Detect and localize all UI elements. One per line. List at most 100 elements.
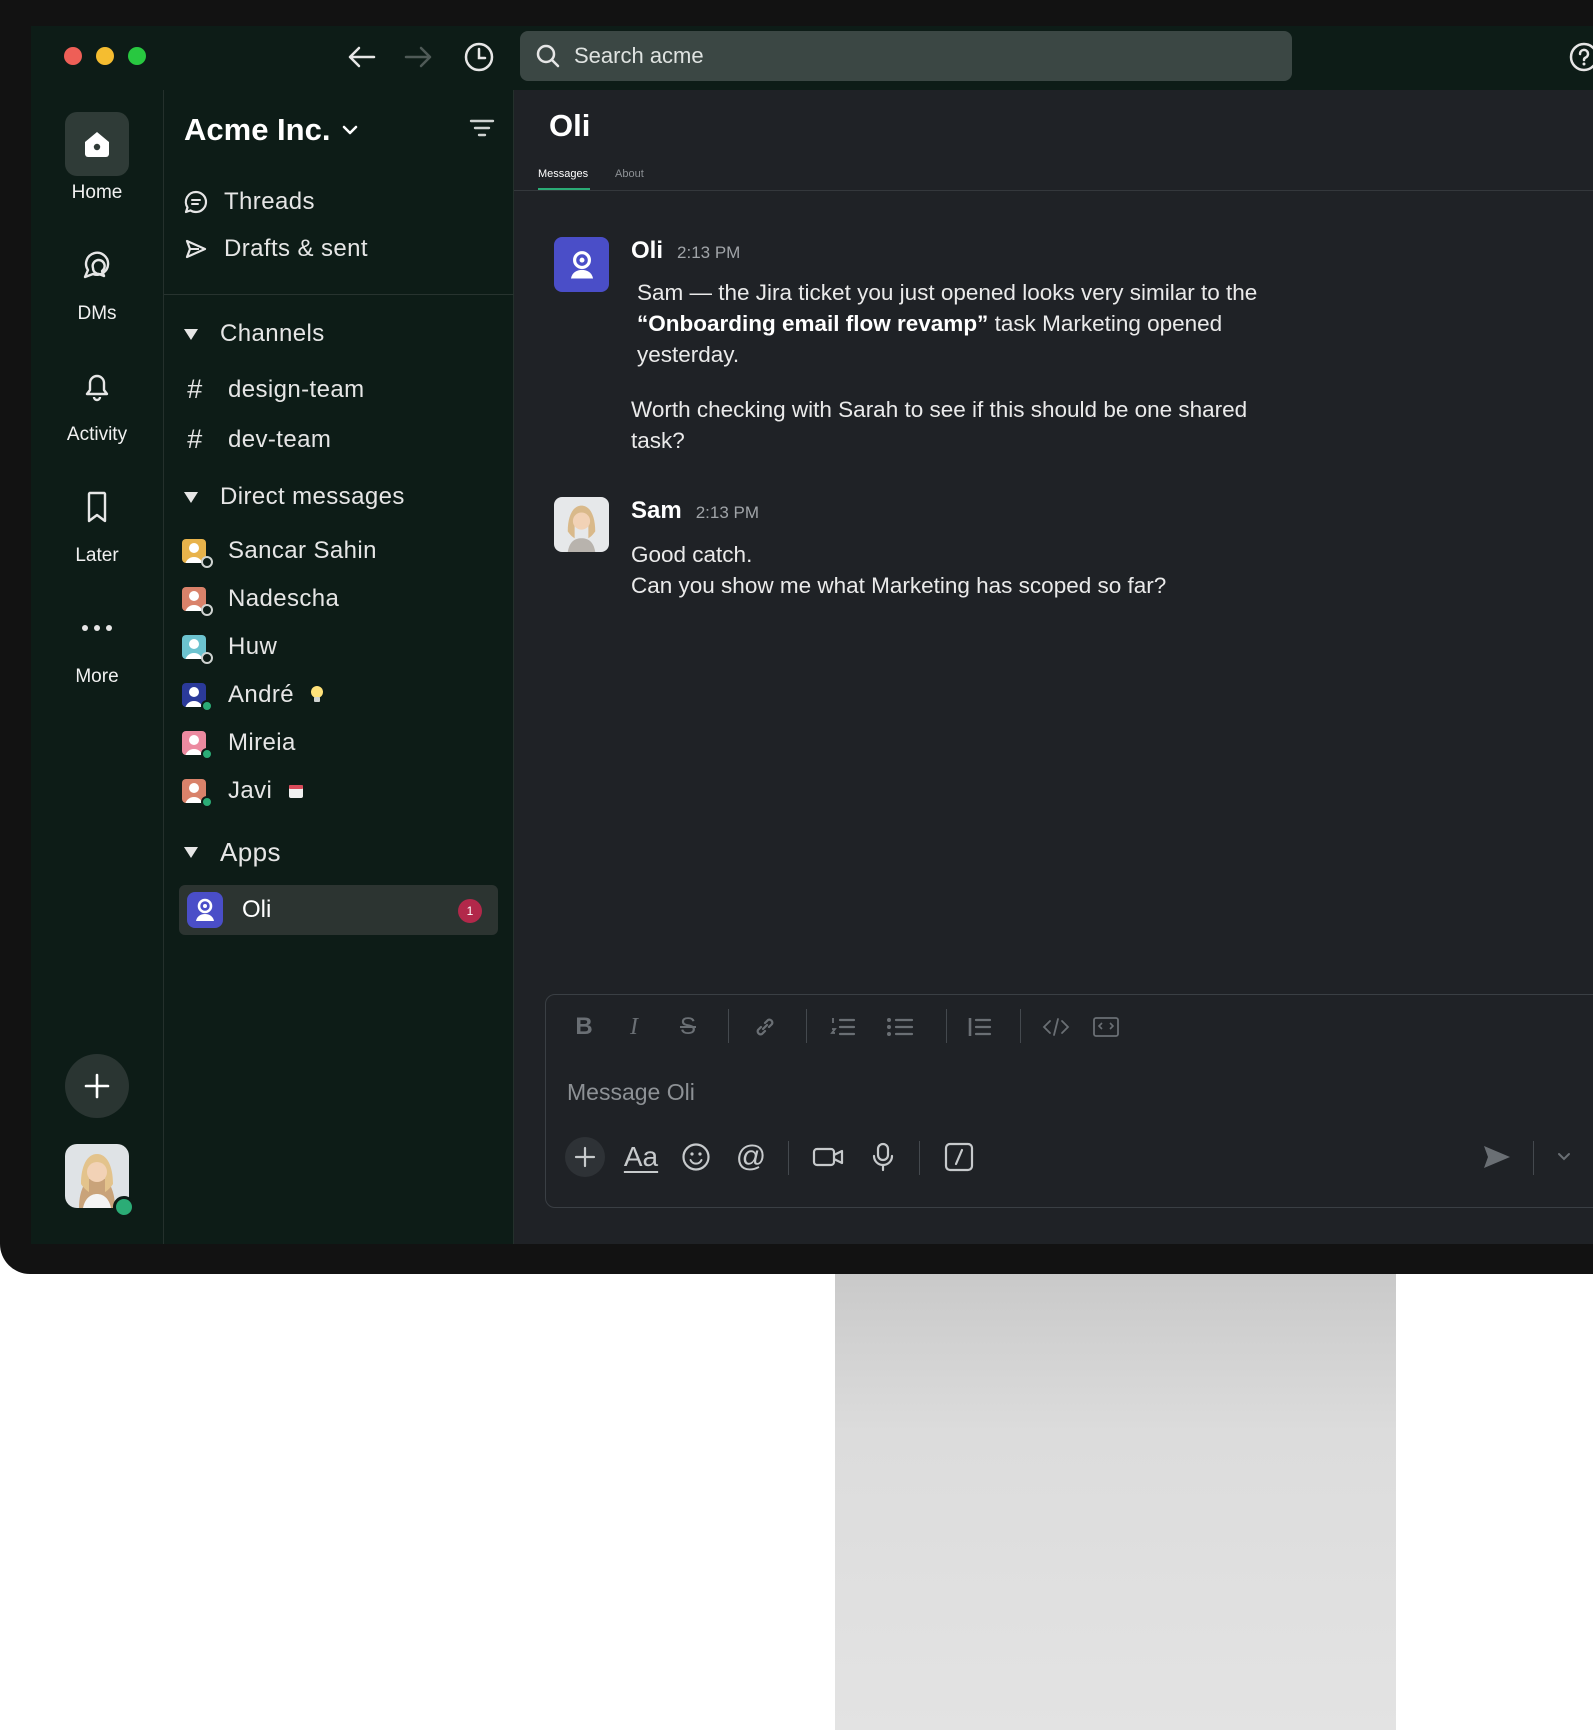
section-channels[interactable]: Channels — [182, 320, 325, 348]
rail-label-home: Home — [71, 182, 123, 203]
status-online-icon — [201, 796, 213, 808]
rail-item-more[interactable]: More — [31, 596, 163, 688]
sidebar-item-app-oli[interactable]: Oli 1 — [179, 885, 498, 935]
user-status-online — [113, 1196, 135, 1218]
calendar-icon — [289, 785, 304, 798]
minimize-window-button[interactable] — [96, 47, 114, 65]
caret-down-icon — [184, 328, 198, 340]
search-bar[interactable]: Search acme — [520, 31, 1292, 81]
tab-messages[interactable]: Messages — [538, 168, 588, 180]
sidebar-item-dm-huw[interactable]: Huw — [182, 633, 277, 661]
ordered-list-icon[interactable] — [827, 1011, 859, 1043]
title-bar: Search acme — [31, 26, 1593, 90]
dm-name: Javi — [228, 777, 273, 804]
sidebar-item-dev-team[interactable]: # dev-team — [182, 424, 331, 455]
help-icon[interactable] — [1569, 42, 1593, 77]
channel-name: dev-team — [228, 425, 332, 453]
tab-about[interactable]: About — [615, 168, 644, 180]
sidebar-item-threads[interactable]: Threads — [182, 188, 315, 216]
attach-plus-icon[interactable] — [565, 1137, 605, 1177]
rail-label-more: More — [75, 666, 119, 687]
sidebar-item-drafts[interactable]: Drafts & sent — [182, 235, 368, 263]
message-header: Sam 2:13 PM — [631, 497, 759, 525]
bold-icon[interactable]: B — [568, 1011, 600, 1043]
emoji-icon[interactable] — [676, 1137, 716, 1177]
microphone-icon[interactable] — [863, 1137, 903, 1177]
channel-sidebar: Acme Inc. Threads Drafts & sent Channels… — [163, 90, 514, 1244]
message-author[interactable]: Oli — [631, 237, 663, 265]
status-online-icon — [201, 700, 213, 712]
message-body: Good catch. Can you show me what Marketi… — [631, 539, 1321, 601]
app-name: Oli — [242, 896, 272, 923]
send-icon — [1484, 1146, 1510, 1168]
app-avatar-oli — [187, 892, 223, 928]
code-block-icon[interactable] — [1090, 1011, 1122, 1043]
bell-icon — [65, 354, 129, 418]
status-away-icon — [201, 652, 213, 664]
plus-icon — [84, 1073, 110, 1099]
app-window: Search acme Home DMs Activity Later More… — [31, 26, 1593, 1244]
chevron-down-icon — [343, 125, 358, 135]
unread-badge: 1 — [458, 899, 482, 923]
sidebar-item-label: Threads — [224, 188, 315, 215]
strikethrough-icon[interactable]: S — [672, 1011, 704, 1043]
back-arrow-icon[interactable] — [344, 40, 378, 74]
caret-down-icon — [184, 491, 198, 503]
close-window-button[interactable] — [64, 47, 82, 65]
zoom-window-button[interactable] — [128, 47, 146, 65]
slash-command-icon[interactable] — [939, 1137, 979, 1177]
message-composer: B I S Message Oli Aa @ — [545, 994, 1593, 1208]
send-button[interactable] — [1477, 1137, 1517, 1177]
avatar-sam[interactable] — [554, 497, 609, 552]
format-text-icon[interactable]: Aa — [621, 1137, 661, 1177]
filter-icon[interactable] — [469, 118, 495, 143]
forward-arrow-icon[interactable] — [402, 40, 436, 74]
rail-item-later[interactable]: Later — [31, 475, 163, 567]
bulleted-list-icon[interactable] — [884, 1011, 916, 1043]
code-icon[interactable] — [1040, 1011, 1072, 1043]
history-clock-icon[interactable] — [462, 40, 496, 74]
message-time[interactable]: 2:13 PM — [696, 503, 759, 523]
search-icon — [534, 42, 562, 70]
message: Sam 2:13 PM Good catch. Can you show me … — [554, 497, 1314, 607]
search-placeholder: Search acme — [574, 43, 704, 68]
section-label: Channels — [220, 320, 325, 347]
message-author[interactable]: Sam — [631, 497, 682, 525]
section-direct-messages[interactable]: Direct messages — [182, 483, 405, 511]
sidebar-item-design-team[interactable]: # design-team — [182, 374, 364, 405]
workspace-switcher[interactable]: Acme Inc. — [184, 112, 358, 148]
message-body: Sam — the Jira ticket you just opened lo… — [631, 277, 1321, 456]
message-text: Good catch. — [631, 542, 753, 567]
message: Oli 2:13 PM Sam — the Jira ticket you ju… — [554, 237, 1314, 453]
bookmark-icon — [65, 475, 129, 539]
sidebar-item-dm-mireia[interactable]: Mireia — [182, 729, 296, 757]
robot-icon — [570, 250, 593, 279]
blockquote-icon[interactable] — [964, 1011, 996, 1043]
message-text: Sam — the Jira ticket you just opened lo… — [637, 280, 1258, 305]
send-options-chevron-icon[interactable] — [1544, 1137, 1584, 1177]
dm-name: Sancar Sahin — [228, 537, 377, 564]
workspace-name: Acme Inc. — [184, 112, 331, 147]
italic-icon[interactable]: I — [618, 1011, 650, 1043]
dm-name: Nadescha — [228, 585, 340, 612]
link-icon[interactable] — [749, 1011, 781, 1043]
monitor-stand — [835, 1273, 1396, 1730]
caret-down-icon — [184, 847, 198, 858]
message-input[interactable]: Message Oli — [567, 1079, 695, 1106]
more-icon — [65, 596, 129, 660]
tabs-divider — [514, 190, 1593, 191]
sidebar-divider — [164, 294, 514, 295]
message-time[interactable]: 2:13 PM — [677, 243, 740, 263]
video-icon[interactable] — [808, 1137, 848, 1177]
hash-icon: # — [187, 374, 203, 404]
mention-icon[interactable]: @ — [731, 1137, 771, 1177]
rail-item-activity[interactable]: Activity — [31, 354, 163, 446]
app-avatar-oli[interactable] — [554, 237, 609, 292]
dm-name: Mireia — [228, 729, 296, 756]
rail-item-home[interactable]: Home — [31, 112, 163, 204]
rail-item-dms[interactable]: DMs — [31, 233, 163, 325]
section-apps[interactable]: Apps — [182, 837, 281, 868]
add-workspace-button[interactable] — [65, 1054, 129, 1118]
message-text: Worth checking with Sarah to see if this… — [631, 397, 1248, 422]
message-text: Can you show me what Marketing has scope… — [631, 573, 1167, 598]
